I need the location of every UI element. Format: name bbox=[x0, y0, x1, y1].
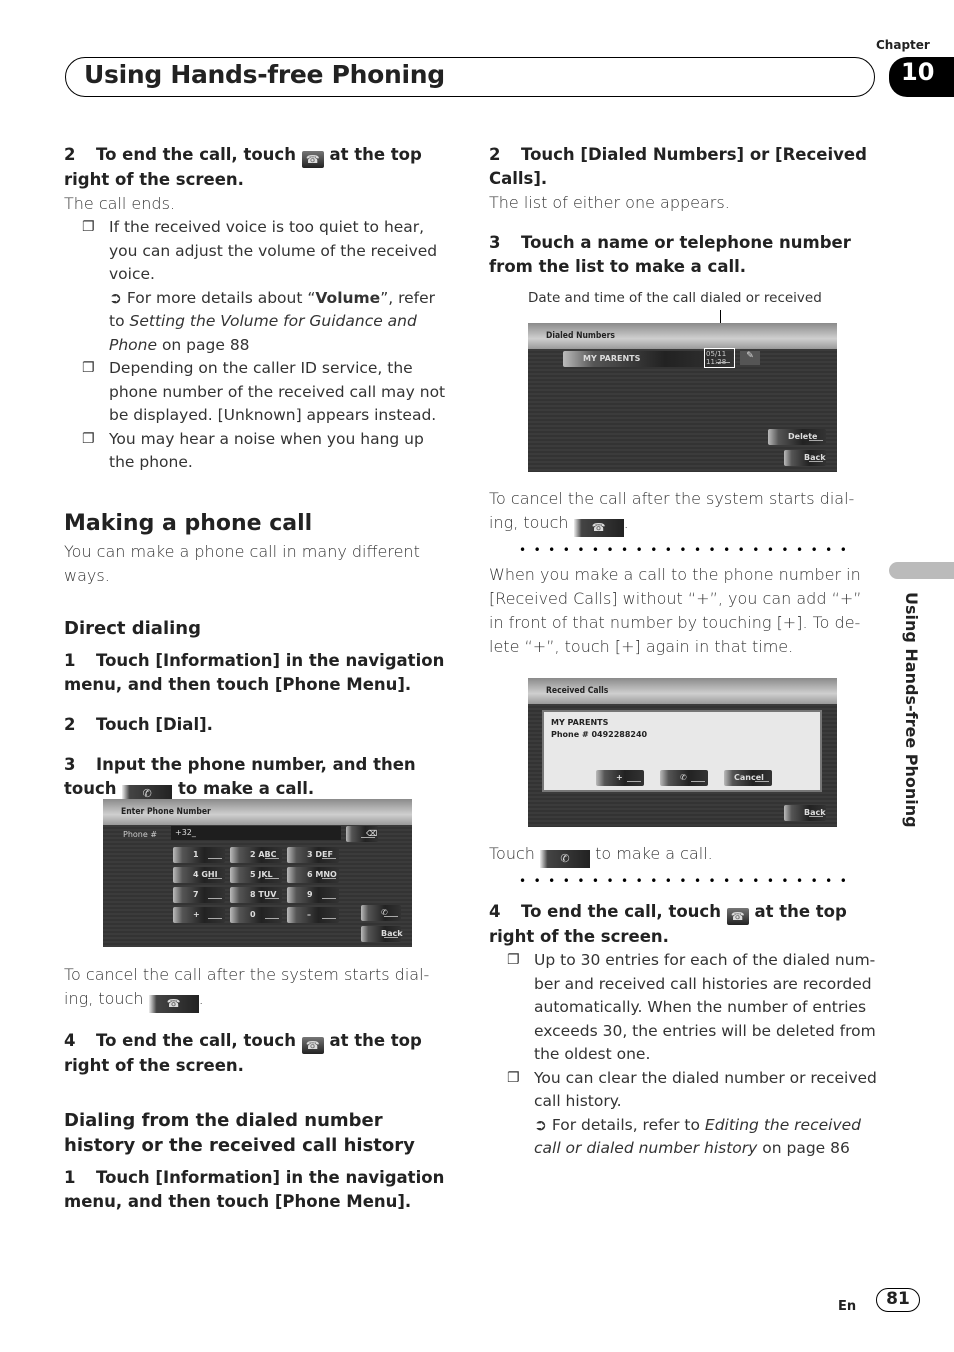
note-item: ❐ Depending on the caller ID service, the… bbox=[82, 359, 446, 424]
backspace-button[interactable]: ⌫ bbox=[346, 826, 378, 842]
delete-button[interactable]: Delete bbox=[768, 429, 826, 445]
dial-screen: Enter Phone Number Phone # +32_ ⌫ 12 ABC… bbox=[103, 799, 412, 947]
section-intro: You can make a phone call in many differ… bbox=[64, 541, 420, 585]
step: 4 To end the call, touch ☎ at the top rig… bbox=[64, 1031, 422, 1075]
chapter-label: Chapter bbox=[876, 38, 930, 52]
step: 4 To end the call, touch ☎ at the top rig… bbox=[489, 902, 847, 946]
step-body: The list of either one appears. bbox=[489, 193, 730, 212]
step: 3 Touch a name or telephone number from t… bbox=[489, 233, 851, 276]
chapter-number: 10 bbox=[889, 57, 954, 97]
keypad-key[interactable]: 0 bbox=[230, 907, 282, 923]
keypad-key[interactable]: 7 PQRS bbox=[173, 887, 225, 915]
edit-icon[interactable]: ✎ bbox=[740, 351, 760, 365]
right-column: 2 Touch [Dialed Numbers] or [Received Cal… bbox=[489, 143, 877, 279]
step: 1 Touch [Information] in the navigation m… bbox=[64, 1168, 445, 1211]
left-column-lower: To cancel the call after the system star… bbox=[64, 963, 454, 1214]
side-tab-marker bbox=[889, 562, 954, 579]
page-title: Using Hands-free Phoning bbox=[84, 60, 445, 89]
keypad-key[interactable]: + bbox=[173, 907, 225, 923]
language-label: En bbox=[838, 1299, 857, 1314]
back-button[interactable]: Back bbox=[361, 926, 403, 942]
received-calls-screen: Received Calls MY PARENTS Phone # 049228… bbox=[528, 678, 837, 827]
screen-caption: Date and time of the call dialed or rece… bbox=[528, 290, 822, 306]
checkbox-bullet-icon: ❐ bbox=[507, 952, 520, 968]
phone-number-input[interactable]: +32_ bbox=[171, 826, 341, 840]
subsection-title: Direct dialing bbox=[64, 617, 201, 639]
keypad-key[interactable]: 9 WXYZ bbox=[287, 887, 339, 915]
cancel-call-icon: ☎ bbox=[148, 995, 199, 1013]
checkbox-bullet-icon: ❐ bbox=[82, 360, 95, 376]
call-button[interactable]: ✆ bbox=[361, 905, 401, 921]
plus-button[interactable]: + bbox=[596, 770, 644, 786]
reference-link[interactable]: Setting the Volume for Guidance and Phon… bbox=[109, 312, 417, 354]
keypad-key[interactable]: 4 GHI bbox=[173, 867, 225, 883]
keypad-key[interactable]: 6 MNO bbox=[287, 867, 339, 883]
note-item: ❐ Up to 30 entries for each of the dialed… bbox=[507, 951, 876, 1063]
note-item: ❐ You can clear the dialed number or rece… bbox=[507, 1068, 877, 1158]
cancel-text: To cancel the call after the system star… bbox=[489, 487, 877, 537]
keypad-key[interactable]: 8 TUV bbox=[230, 887, 282, 903]
call-dialog: MY PARENTS Phone # 0492288240 + ✆ Cancel bbox=[542, 710, 822, 792]
cancel-text: To cancel the call after the system star… bbox=[64, 963, 454, 1013]
step: 3 Input the phone number, and then touch … bbox=[64, 753, 454, 803]
step: 2 Touch [Dial]. bbox=[64, 714, 213, 734]
subsection-title: Dialing from the dialed number history o… bbox=[64, 1110, 415, 1156]
hang-up-icon: ☎ bbox=[301, 1037, 324, 1054]
side-tab-label: Using Hands-free Phoning bbox=[902, 592, 921, 828]
checkbox-bullet-icon: ❐ bbox=[82, 430, 95, 447]
right-column-mid: To cancel the call after the system star… bbox=[489, 487, 877, 659]
hang-up-icon: ☎ bbox=[726, 908, 749, 925]
hang-up-icon: ☎ bbox=[301, 151, 324, 168]
back-button[interactable]: Back bbox=[784, 805, 826, 821]
keypad-key[interactable]: 2 ABC bbox=[230, 847, 282, 863]
keypad-key[interactable]: – bbox=[287, 907, 339, 923]
step: 2 Touch [Dialed Numbers] or [Received Cal… bbox=[489, 145, 867, 188]
checkbox-bullet-icon: ❐ bbox=[82, 219, 95, 235]
checkbox-bullet-icon: ❐ bbox=[507, 1069, 520, 1086]
section-divider: ••••••••••••••••••••••• bbox=[519, 874, 855, 888]
back-button[interactable]: Back bbox=[784, 450, 826, 466]
cancel-button[interactable]: Cancel bbox=[724, 770, 772, 786]
dialed-numbers-screen: Dialed Numbers MY PARENTS 05/11 11:28 ✎ D… bbox=[528, 323, 837, 472]
step: 1 Touch [Information] in the navigation m… bbox=[64, 650, 445, 694]
date-time-highlight: 05/11 11:28 bbox=[704, 348, 735, 368]
right-column-lower: Touch ✆ to make a call. ••••••••••••••••… bbox=[489, 842, 877, 1161]
cancel-call-icon: ☎ bbox=[573, 519, 624, 537]
call-ends-text: The call ends. bbox=[64, 194, 175, 213]
keypad-key[interactable]: 3 DEF bbox=[287, 847, 339, 863]
keypad-key[interactable]: 1 bbox=[173, 847, 225, 863]
page-number: 81 bbox=[876, 1288, 920, 1312]
call-icon: ✆ bbox=[540, 850, 591, 868]
call-button[interactable]: ✆ bbox=[660, 770, 708, 786]
section-title: Making a phone call bbox=[64, 510, 313, 536]
left-column: 2 To end the call, touch ☎ at the top rig… bbox=[64, 143, 454, 803]
section-divider: ••••••••••••••••••••••• bbox=[519, 543, 855, 557]
keypad-key[interactable]: 5 JKL bbox=[230, 867, 282, 883]
plus-text: When you make a call to the phone number… bbox=[489, 565, 862, 656]
step-end-call: 2 To end the call, touch ☎ at the top rig… bbox=[64, 145, 422, 189]
note-item: ❐ You may hear a noise when you hang up t… bbox=[82, 429, 424, 472]
touch-text: Touch ✆ to make a call. bbox=[489, 842, 877, 868]
note-item: ❐ If the received voice is too quiet to h… bbox=[82, 218, 438, 354]
